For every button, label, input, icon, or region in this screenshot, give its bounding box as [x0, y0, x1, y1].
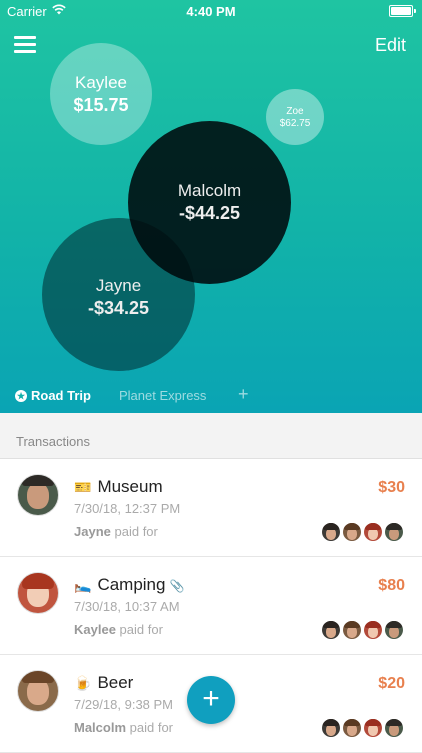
status-bar: Carrier 4:40 PM	[0, 0, 422, 22]
balance-amount: $15.75	[73, 94, 129, 115]
tab-planet-express[interactable]: Planet Express	[119, 388, 206, 403]
transaction-payer: Kaylee paid for	[74, 622, 163, 637]
balance-bubble-malcolm[interactable]: Malcolm -$44.25	[128, 121, 291, 284]
paperclip-icon: 📎	[169, 579, 185, 593]
avatar	[17, 670, 59, 712]
avatar	[321, 718, 341, 738]
transaction-title: 🍺 Beer	[74, 673, 133, 693]
payer-name: Kaylee	[74, 622, 116, 637]
add-group-button[interactable]: +	[238, 384, 249, 405]
participants	[321, 620, 405, 640]
paid-for-text: paid for	[114, 524, 158, 539]
avatar	[342, 718, 362, 738]
menu-icon[interactable]	[14, 36, 36, 54]
avatar	[342, 620, 362, 640]
avatar	[17, 474, 59, 516]
transaction-date: 7/30/18, 12:37 PM	[74, 501, 181, 516]
avatar	[363, 718, 383, 738]
balance-name: Jayne	[95, 276, 142, 295]
transaction-row[interactable]: 🛌 Camping 📎 7/30/18, 10:37 AM Kaylee paid …	[0, 557, 422, 655]
section-title: Transactions	[16, 434, 90, 449]
paid-for-text: paid for	[129, 720, 174, 735]
balance-amount: -$44.25	[178, 203, 241, 223]
avatar	[17, 572, 59, 614]
transaction-date: 7/30/18, 10:37 AM	[74, 599, 180, 614]
tab-road-trip[interactable]: ★ Road Trip	[15, 388, 91, 403]
transaction-title: 🎫 Museum	[74, 477, 163, 497]
balance-amount: $62.75	[279, 117, 311, 129]
avatar	[321, 522, 341, 542]
avatar	[342, 522, 362, 542]
avatar	[363, 620, 383, 640]
avatar	[384, 522, 404, 542]
payer-name: Malcolm	[74, 720, 127, 735]
balance-name: Malcolm	[177, 181, 242, 200]
balance-amount: -$34.25	[87, 298, 150, 318]
avatar	[384, 620, 404, 640]
edit-button[interactable]: Edit	[375, 35, 406, 56]
clock: 4:40 PM	[186, 4, 236, 19]
transaction-name: Museum	[97, 477, 163, 496]
balance-name: Zoe	[286, 105, 304, 117]
transaction-row[interactable]: 🎫 Museum 7/30/18, 12:37 PM Jayne paid for…	[0, 459, 422, 557]
participants	[321, 522, 405, 542]
bed-icon: 🛌	[74, 577, 92, 593]
transactions-header: Transactions	[0, 413, 422, 459]
tab-label: Planet Express	[119, 388, 207, 403]
transaction-title: 🛌 Camping 📎	[74, 575, 184, 595]
add-transaction-button[interactable]: +	[187, 676, 235, 724]
paid-for-text: paid for	[119, 622, 163, 637]
transaction-name: Camping	[97, 575, 166, 594]
avatar	[363, 522, 383, 542]
battery-icon	[389, 5, 416, 17]
tab-label: Road Trip	[31, 388, 91, 403]
transaction-amount: $20	[378, 675, 405, 692]
balance-bubble-kaylee[interactable]: Kaylee $15.75	[50, 43, 152, 145]
transaction-payer: Jayne paid for	[74, 524, 158, 539]
transaction-amount: $80	[378, 577, 405, 594]
payer-name: Jayne	[74, 524, 111, 539]
group-tabs: ★ Road Trip Planet Express +	[0, 384, 422, 408]
balance-name: Kaylee	[75, 72, 127, 92]
transaction-amount: $30	[378, 479, 405, 496]
transaction-date: 7/29/18, 9:38 PM	[74, 697, 174, 712]
avatar	[321, 620, 341, 640]
star-icon: ★	[15, 390, 27, 402]
beer-icon: 🍺	[74, 675, 92, 691]
transaction-name: Beer	[97, 673, 134, 692]
transaction-payer: Malcolm paid for	[74, 720, 173, 735]
ticket-icon: 🎫	[74, 479, 92, 495]
participants	[321, 718, 405, 738]
balance-bubble-zoe[interactable]: Zoe $62.75	[266, 89, 324, 145]
balances-header: Carrier 4:40 PM Edit Kaylee $15.75 Zoe $…	[0, 0, 422, 413]
avatar	[384, 718, 404, 738]
